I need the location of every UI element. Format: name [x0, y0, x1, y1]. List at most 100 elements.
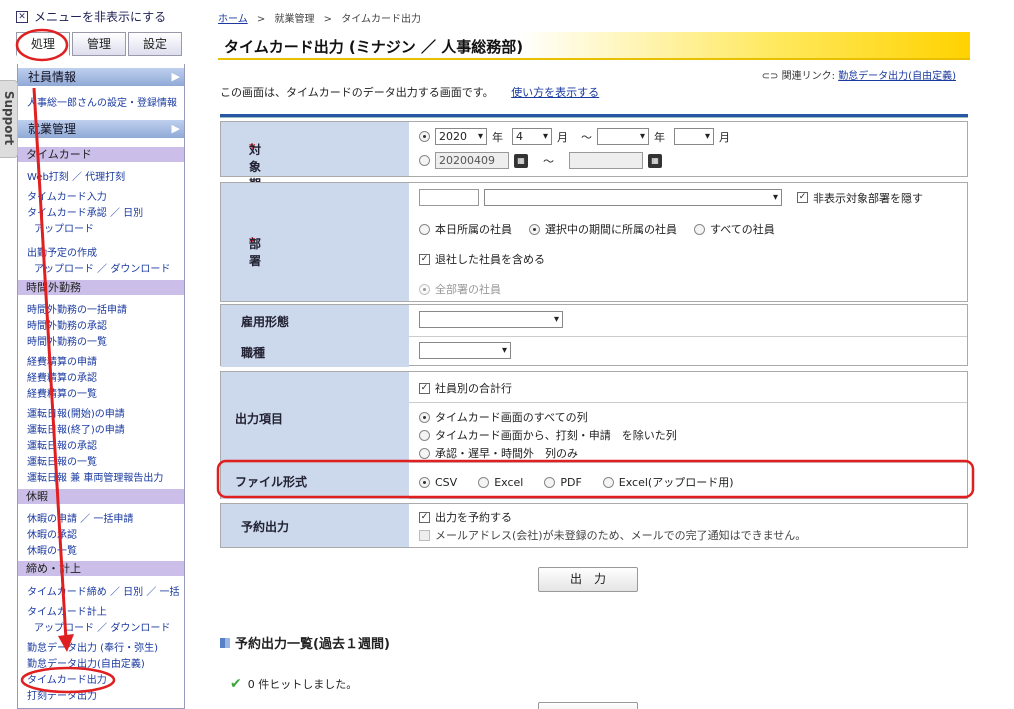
related-link[interactable]: 勤怠データ出力(自由定義) [838, 71, 956, 82]
total-checkbox[interactable]: ✓ [419, 382, 430, 394]
left-menu: ✕ メニューを非表示にする 処理 管理 設定 社員情報 人事総一郎さんの設定・登… [0, 0, 200, 709]
sidebar-item-post-up-down[interactable]: アップロード ／ ダウンロード [34, 619, 170, 634]
sidebar-item-upload[interactable]: アップロード [34, 220, 94, 235]
sidebar-item-web-punch[interactable]: Web打刻 ／ 代理打刻 [27, 168, 125, 183]
year-select[interactable]: 2020 [435, 128, 487, 145]
month-select[interactable]: 4 [512, 128, 552, 145]
file-excel-upload-radio[interactable] [602, 476, 614, 488]
sidebar-item-schedule[interactable]: 出勤予定の作成 [27, 244, 97, 259]
job-row [419, 342, 511, 359]
end-year-select[interactable] [597, 128, 649, 145]
sidebar-item-overtime-list[interactable]: 時間外勤務の一覧 [27, 333, 107, 348]
hide-dept-checkbox[interactable]: ✓ [797, 192, 808, 203]
sidebar-item-drive-end[interactable]: 運転日報(終了)の申請 [27, 421, 125, 436]
sidebar-item-attendance-free[interactable]: 勤怠データ出力(自由定義) [27, 655, 145, 670]
sidebar-item-timecard-approve[interactable]: タイムカード承認 ／ 日別 [27, 204, 143, 219]
sidebar-item-timecard-close[interactable]: タイムカード締め ／ 日別 ／ 一括 [27, 583, 180, 598]
sidebar-item-timecard-output[interactable]: タイムカード出力 [27, 671, 107, 686]
all-dept-radio [419, 283, 430, 295]
employment-select[interactable] [419, 311, 563, 328]
file-pdf-radio[interactable] [544, 476, 556, 488]
howto-link[interactable]: 使い方を表示する [511, 86, 599, 99]
period-ym-radio[interactable] [419, 131, 430, 142]
reserve-section: 予約出力 ✓ 出力を予約する メールアドレス(会社)が未登録のため、メールでの完… [220, 503, 968, 548]
date-to-input[interactable] [569, 152, 643, 169]
sidebar-item-employee-settings[interactable]: 人事総一郎さんの設定・登録情報 [27, 94, 177, 109]
period-row-date: 20200409 ▦ 〜 ▦ [419, 152, 662, 169]
output-radio-all: タイムカード画面のすべての列 [419, 409, 588, 425]
output-all-label: タイムカード画面のすべての列 [435, 411, 588, 424]
year-unit: 年 [492, 130, 503, 144]
breadcrumb-sep: > [256, 14, 266, 25]
job-select[interactable] [419, 342, 511, 359]
sidebar-item-expense-list[interactable]: 経費精算の一覧 [27, 385, 97, 400]
sidebar-item-drive-start[interactable]: 運転日報(開始)の申請 [27, 405, 125, 420]
reserve-checkbox[interactable]: ✓ [419, 511, 430, 523]
menu-tabs: 処理 管理 設定 [16, 32, 182, 56]
related-label: 関連リンク: [781, 71, 835, 82]
calendar-icon[interactable]: ▦ [648, 153, 662, 168]
file-label-cell: ファイル形式 [221, 463, 409, 499]
divider [220, 114, 968, 118]
period-row-ym: 2020 年 4 月 〜 年 月 [419, 128, 730, 145]
sidebar-item-expense-apply[interactable]: 経費精算の申請 [27, 353, 97, 368]
calendar-icon[interactable]: ▦ [514, 153, 528, 168]
sidebar-item-timecard-post[interactable]: タイムカード計上 [27, 603, 107, 618]
sidebar-item-drive-approve[interactable]: 運転日報の承認 [27, 437, 97, 452]
total-row: ✓ 社員別の合計行 [419, 380, 512, 396]
output-radio-noclock: タイムカード画面から、打刻・申請 を除いた列 [419, 427, 677, 443]
department-label: 部署 [249, 237, 262, 268]
period-section: *対象期間 2020 年 4 月 〜 年 月 20200409 ▦ 〜 ▦ [220, 121, 968, 208]
secondary-button[interactable] [538, 702, 638, 709]
department-code-input[interactable] [419, 189, 479, 206]
end-month-select[interactable] [674, 128, 714, 145]
check-icon: ✔ [230, 676, 242, 692]
retired-checkbox[interactable]: ✓ [419, 253, 430, 265]
support-tab[interactable]: Support [0, 80, 18, 158]
sidebar-item-drive-list[interactable]: 運転日報の一覧 [27, 453, 97, 468]
sidebar-item-leave-approve[interactable]: 休暇の承認 [27, 526, 77, 541]
sidebar-item-leave-apply[interactable]: 休暇の申請 ／ 一括申請 [27, 510, 133, 525]
output-button[interactable]: 出 力 [538, 567, 638, 592]
related-links: ⊂⊃ 関連リンク: 勤怠データ出力(自由定義) [762, 67, 956, 82]
scope-radio-period[interactable] [529, 223, 540, 235]
tilde: 〜 [543, 154, 554, 168]
sidebar-item-overtime-approve[interactable]: 時間外勤務の承認 [27, 317, 107, 332]
output-noclock-radio[interactable] [419, 429, 430, 441]
sidebar-item-attendance-bugyo[interactable]: 勤怠データ出力 (奉行・弥生) [27, 639, 158, 654]
hide-menu-toggle[interactable]: ✕ メニューを非表示にする [16, 8, 166, 25]
file-csv-radio[interactable] [419, 476, 430, 488]
sidebar-item-timecard-input[interactable]: タイムカード入力 [27, 188, 107, 203]
breadcrumb-home[interactable]: ホーム [218, 14, 248, 25]
section-work[interactable]: 就業管理 [18, 120, 184, 138]
date-from-input[interactable]: 20200409 [435, 152, 509, 169]
sidebar-item-expense-approve[interactable]: 経費精算の承認 [27, 369, 97, 384]
section-employee[interactable]: 社員情報 [18, 68, 184, 86]
output-all-radio[interactable] [419, 411, 430, 423]
reserve-row: ✓ 出力を予約する [419, 509, 512, 525]
scope-radio-today[interactable] [419, 223, 430, 235]
sidebar-item-up-down[interactable]: アップロード ／ ダウンロード [34, 260, 170, 275]
output-label: 出力項目 [235, 412, 284, 426]
sidebar-item-overtime-apply[interactable]: 時間外勤務の一括申請 [27, 301, 127, 316]
sidebar-item-punch-output[interactable]: 打刻データ出力 [27, 687, 97, 702]
tab-settings[interactable]: 設定 [128, 32, 182, 56]
output-label-cell: 出力項目 [221, 372, 409, 462]
sidebar-item-leave-list[interactable]: 休暇の一覧 [27, 542, 77, 557]
main-content: ホーム > 就業管理 > タイムカード出力 タイムカード出力 (ミナジン ／ 人… [218, 0, 970, 709]
tab-process[interactable]: 処理 [16, 32, 70, 56]
tab-manage[interactable]: 管理 [72, 32, 126, 56]
file-excel-radio[interactable] [478, 476, 490, 488]
file-excel-label: Excel [494, 475, 524, 489]
scope-all-label: すべての社員 [710, 223, 775, 236]
sidebar-item-drive-vehicle[interactable]: 運転日報 兼 車両管理報告出力 [27, 469, 163, 484]
period-date-radio[interactable] [419, 155, 430, 166]
output-noclock-label: タイムカード画面から、打刻・申請 を除いた列 [435, 429, 677, 442]
scope-radio-all[interactable] [694, 223, 705, 235]
end-month-unit: 月 [719, 130, 730, 144]
hide-menu-label: メニューを非表示にする [34, 10, 167, 24]
department-select[interactable] [484, 189, 782, 206]
end-year-unit: 年 [654, 130, 665, 144]
all-dept-row: 全部署の社員 [419, 281, 501, 297]
output-approval-radio[interactable] [419, 447, 430, 459]
